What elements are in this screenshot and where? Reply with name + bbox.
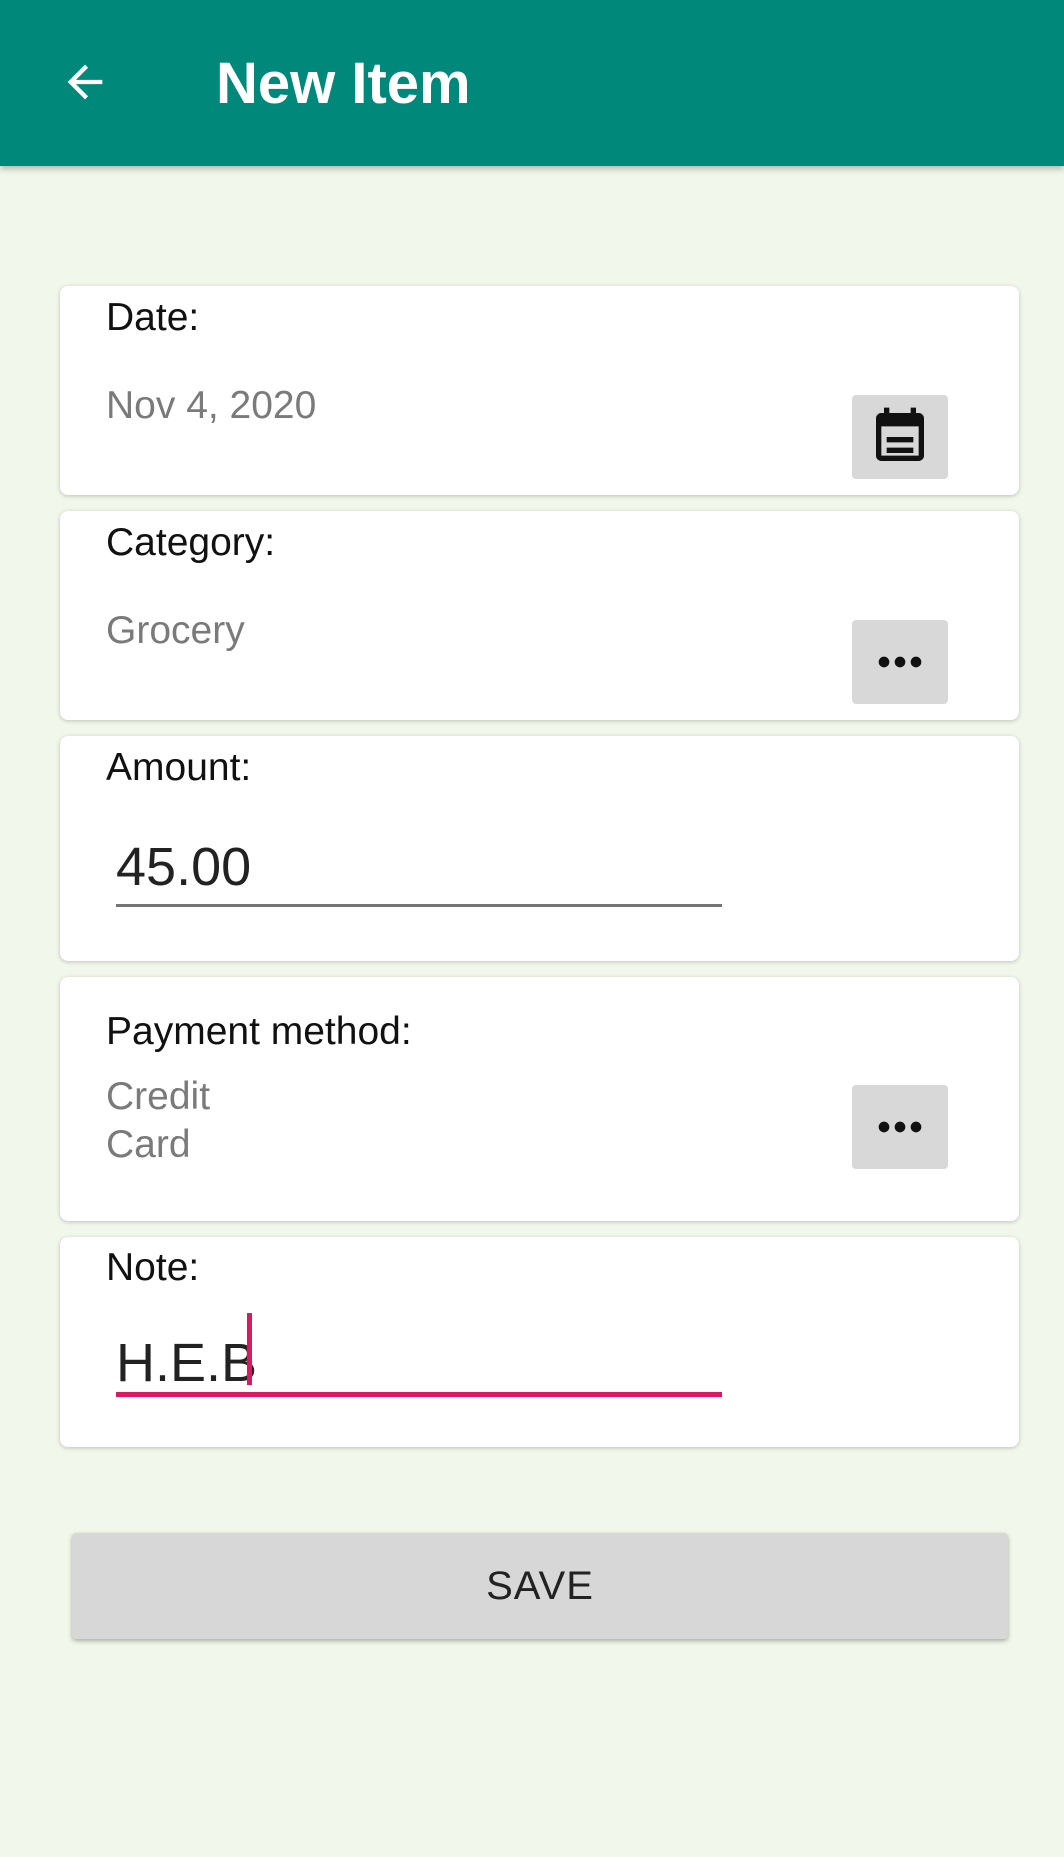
category-value: Grocery bbox=[106, 609, 245, 652]
category-card: Category: Grocery bbox=[60, 511, 1019, 720]
more-horiz-icon bbox=[878, 1121, 922, 1133]
payment-method-label: Payment method: bbox=[106, 1010, 412, 1053]
category-label: Category: bbox=[106, 521, 276, 564]
arrow-left-icon bbox=[67, 64, 103, 100]
date-picker-button[interactable] bbox=[852, 395, 948, 479]
text-cursor bbox=[247, 1313, 252, 1385]
amount-label: Amount: bbox=[106, 746, 252, 789]
more-horiz-icon bbox=[878, 656, 922, 668]
payment-method-select-button[interactable] bbox=[852, 1085, 948, 1169]
note-card: Note: bbox=[60, 1237, 1019, 1447]
amount-underline bbox=[116, 904, 722, 907]
note-label: Note: bbox=[106, 1246, 200, 1289]
payment-method-value-line2: Card bbox=[106, 1123, 191, 1166]
date-card: Date: Nov 4, 2020 bbox=[60, 286, 1019, 495]
calendar-icon bbox=[876, 407, 924, 461]
category-select-button[interactable] bbox=[852, 620, 948, 704]
app-bar: New Item bbox=[0, 0, 1064, 166]
back-button[interactable] bbox=[50, 47, 120, 117]
payment-method-value-line1: Credit bbox=[106, 1075, 211, 1118]
save-button[interactable]: SAVE bbox=[72, 1533, 1008, 1639]
note-input[interactable] bbox=[116, 1323, 722, 1403]
page-title: New Item bbox=[216, 51, 471, 116]
payment-method-card: Payment method: Credit Card bbox=[60, 977, 1019, 1221]
date-label: Date: bbox=[106, 296, 200, 339]
note-underline bbox=[116, 1392, 722, 1397]
date-value: Nov 4, 2020 bbox=[106, 384, 317, 427]
amount-card: Amount: bbox=[60, 736, 1019, 961]
amount-input[interactable] bbox=[116, 827, 722, 907]
